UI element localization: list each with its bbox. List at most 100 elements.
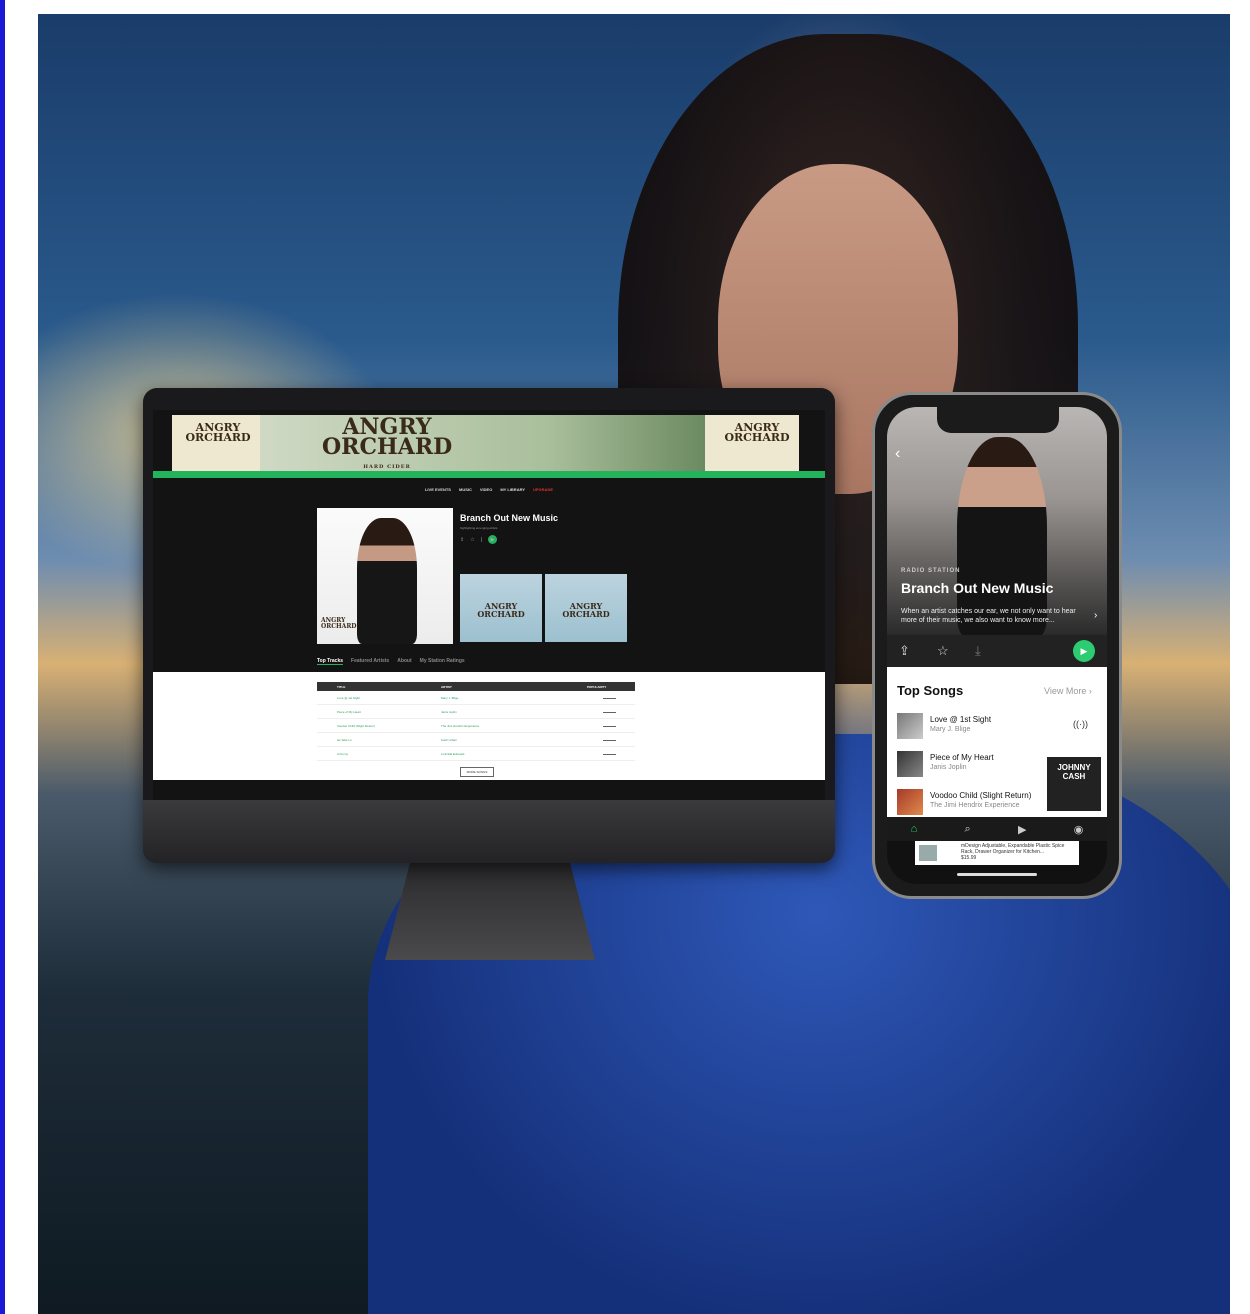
imac-stand xyxy=(385,862,595,960)
video-icon[interactable]: ▶ xyxy=(1018,823,1026,836)
tracks-section: TITLE ARTIST POPULARITY Love @ 1st Sight… xyxy=(153,672,825,780)
table-header: TITLE ARTIST POPULARITY xyxy=(317,682,635,691)
nav-video[interactable]: VIDEO xyxy=(480,487,492,492)
popularity-bar: ▬▬▬▬▬ xyxy=(603,709,616,714)
station-actions: ⇪ ☆ | ▶ xyxy=(460,535,497,544)
song-title: Voodoo Child (Slight Return) xyxy=(930,791,1032,800)
nav-my-library[interactable]: MY LIBRARY xyxy=(500,487,525,492)
phone-ad-banner[interactable]: mDesign Adjustable, Expandable Plastic S… xyxy=(915,841,1079,865)
track-title[interactable]: Piece of My Heart xyxy=(317,710,421,714)
tab-top-tracks[interactable]: Top Tracks xyxy=(317,658,344,665)
desktop-screen: ANGRY ORCHARD ANGRY ORCHARD HARD CIDER ANG… xyxy=(153,410,825,800)
tracks-table: TITLE ARTIST POPULARITY Love @ 1st Sight… xyxy=(317,682,635,761)
station-artwork: ANGRY ORCHARD xyxy=(317,508,453,644)
station-title: Branch Out New Music xyxy=(460,513,559,523)
song-artist: Mary J. Blige xyxy=(930,726,971,733)
back-icon[interactable]: ‹ xyxy=(895,445,900,463)
song-thumbnail xyxy=(897,751,923,777)
song-title: Piece of My Heart xyxy=(930,753,994,762)
star-icon[interactable]: ☆ xyxy=(470,537,474,543)
play-icon: ▶ xyxy=(490,536,495,543)
album-cover[interactable]: JOHNNY CASH xyxy=(1047,757,1101,811)
popularity-bar: ▬▬▬▬▬ xyxy=(603,723,616,728)
track-title[interactable]: Love @ 1st Sight xyxy=(317,696,421,700)
phone-play-button[interactable]: ▶ xyxy=(1073,640,1095,662)
profile-icon[interactable]: ◉ xyxy=(1074,823,1084,836)
track-artist[interactable]: Keith Urban xyxy=(421,738,573,742)
popularity-bar: ▬▬▬▬▬ xyxy=(603,751,616,756)
broadcast-icon: ((·)) xyxy=(1073,719,1088,729)
star-icon[interactable]: ☆ xyxy=(937,643,949,659)
nav-upgrade[interactable]: UPGRADE xyxy=(533,487,553,492)
phone-hero: ‹ RADIO STATION Branch Out New Music Whe… xyxy=(887,407,1107,637)
table-row[interactable]: A Funny Ludmilla Edouard ▬▬▬▬▬ xyxy=(317,747,635,761)
share-icon[interactable]: ⇪ xyxy=(899,643,910,659)
song-artist: The Jimi Hendrix Experience xyxy=(930,802,1020,809)
ad-logo-center: ANGRY ORCHARD HARD CIDER xyxy=(322,414,453,470)
top-songs-heading: Top Songs xyxy=(897,683,964,698)
mini-ad-2[interactable]: ANGRY ORCHARD xyxy=(545,574,627,642)
col-title[interactable]: TITLE xyxy=(317,685,421,689)
tab-my-station-ratings[interactable]: My Station Ratings xyxy=(420,658,465,665)
track-title[interactable]: Voodoo Child (Slight Return) xyxy=(317,724,421,728)
track-artist[interactable]: Ludmilla Edouard xyxy=(421,752,573,756)
view-more-link[interactable]: View More › xyxy=(1044,686,1092,696)
phone-mockup: ‹ RADIO STATION Branch Out New Music Whe… xyxy=(872,392,1122,899)
station-subtitle: highlighting emerging artists xyxy=(460,526,498,530)
nav-music[interactable]: MUSIC xyxy=(459,487,472,492)
track-artist[interactable]: Mary J. Blige xyxy=(421,696,573,700)
play-icon: ▶ xyxy=(1080,645,1088,656)
more-songs-button[interactable]: MORE SONGS xyxy=(460,767,494,777)
station-tabs: Top Tracks Featured Artists About My Sta… xyxy=(317,658,465,665)
divider: | xyxy=(480,536,482,543)
ad-logo-right: ANGRY ORCHARD xyxy=(724,421,790,444)
station-art-logo: ANGRY ORCHARD xyxy=(321,617,357,630)
table-row[interactable]: Love @ 1st Sight Mary J. Blige ▬▬▬▬▬ xyxy=(317,691,635,705)
mini-ad-1[interactable]: ANGRY ORCHARD xyxy=(460,574,542,642)
home-icon[interactable]: ⌂ xyxy=(911,823,918,835)
popularity-bar: ▬▬▬▬▬ xyxy=(603,737,616,742)
ad-text: mDesign Adjustable, Expandable Plastic S… xyxy=(961,843,1065,861)
popularity-bar: ▬▬▬▬▬ xyxy=(603,695,616,700)
ad-logo-left: ANGRY ORCHARD xyxy=(185,421,251,444)
promo-strip[interactable] xyxy=(153,471,825,478)
desktop-nav: LIVE EVENTS MUSIC VIDEO MY LIBRARY UPGRA… xyxy=(153,478,825,500)
ad-banner[interactable]: ANGRY ORCHARD ANGRY ORCHARD HARD CIDER ANG… xyxy=(172,415,799,471)
phone-station-description: When an artist catches our ear, we not o… xyxy=(901,608,1076,624)
tab-about[interactable]: About xyxy=(397,658,411,665)
song-title: Love @ 1st Sight xyxy=(930,715,992,724)
imac-chin xyxy=(143,800,835,863)
song-artist: Janis Joplin xyxy=(930,764,967,771)
left-margin xyxy=(5,0,38,1314)
download-icon[interactable]: ⤓ xyxy=(975,643,981,659)
table-row[interactable]: Voodoo Child (Slight Return) The Jimi He… xyxy=(317,719,635,733)
phone-tab-bar: ⌂ ⌕ ▶ ◉ xyxy=(887,817,1107,841)
phone-screen: ‹ RADIO STATION Branch Out New Music Whe… xyxy=(887,407,1107,884)
station-artist-photo xyxy=(357,518,417,644)
song-item[interactable]: Love @ 1st Sight Mary J. Blige ((·)) xyxy=(897,713,1097,743)
home-indicator xyxy=(957,873,1037,876)
phone-station-title: Branch Out New Music xyxy=(901,580,1054,596)
table-row[interactable]: He Was Lo Keith Urban ▬▬▬▬▬ xyxy=(317,733,635,747)
table-row[interactable]: Piece of My Heart Janis Joplin ▬▬▬▬▬ xyxy=(317,705,635,719)
col-artist[interactable]: ARTIST xyxy=(421,685,573,689)
play-button[interactable]: ▶ xyxy=(488,535,497,544)
track-artist[interactable]: Janis Joplin xyxy=(421,710,573,714)
phone-notch xyxy=(937,407,1059,433)
col-popularity[interactable]: POPULARITY xyxy=(573,685,635,689)
track-title[interactable]: A Funny xyxy=(317,752,421,756)
track-title[interactable]: He Was Lo xyxy=(317,738,421,742)
song-thumbnail xyxy=(897,713,923,739)
station-type-label: RADIO STATION xyxy=(901,568,961,574)
track-artist[interactable]: The Jimi Hendrix Experience xyxy=(421,724,573,728)
tab-featured-artists[interactable]: Featured Artists xyxy=(351,658,389,665)
top-songs-section: Top Songs View More › Love @ 1st Sight M… xyxy=(887,667,1107,817)
chevron-right-icon[interactable]: › xyxy=(1094,610,1097,621)
nav-live-events[interactable]: LIVE EVENTS xyxy=(425,487,451,492)
search-icon[interactable]: ⌕ xyxy=(965,823,971,836)
share-icon[interactable]: ⇪ xyxy=(460,537,464,543)
song-thumbnail xyxy=(897,789,923,815)
ad-product-image xyxy=(919,845,937,861)
imac-mockup: ANGRY ORCHARD ANGRY ORCHARD HARD CIDER ANG… xyxy=(143,388,835,863)
phone-action-bar: ⇪ ☆ ⤓ ▶ xyxy=(887,635,1107,667)
